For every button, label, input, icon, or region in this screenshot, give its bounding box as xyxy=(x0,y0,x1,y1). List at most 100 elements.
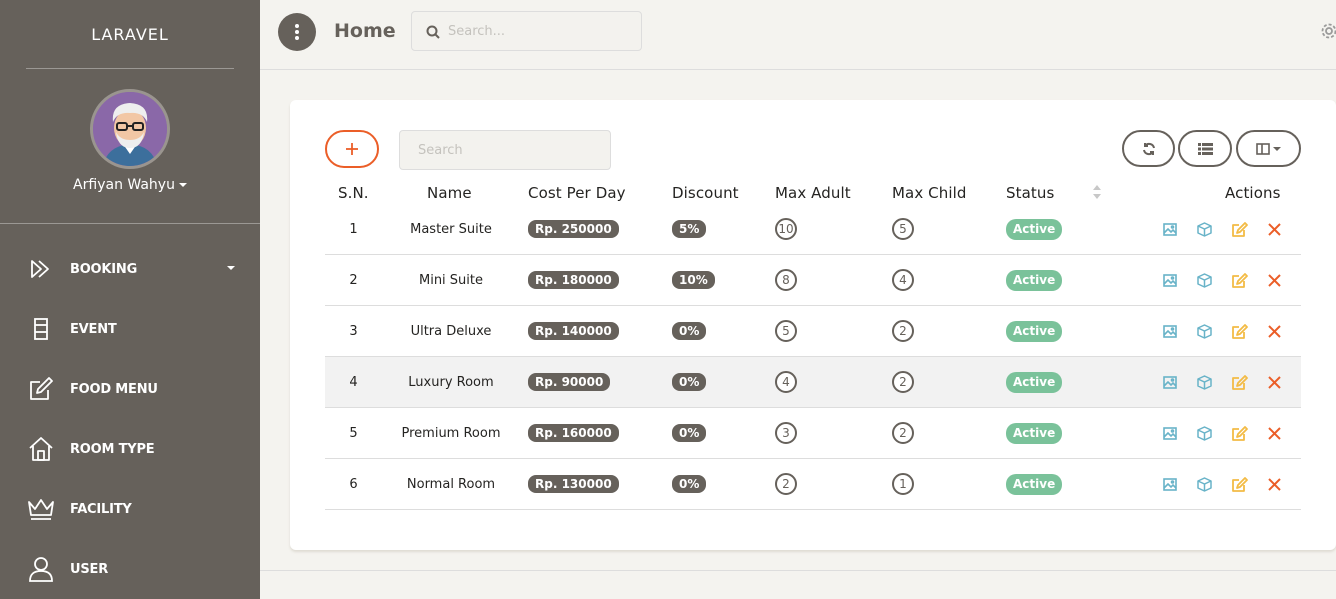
cube-icon[interactable] xyxy=(1187,321,1222,341)
column-header-cost-per-day[interactable]: Cost Per Day xyxy=(528,184,626,202)
divider xyxy=(0,223,260,224)
table-search-input[interactable] xyxy=(399,130,611,170)
cube-icon[interactable] xyxy=(1187,474,1222,494)
column-header-max-child[interactable]: Max Child xyxy=(892,184,967,202)
image-icon[interactable] xyxy=(1152,423,1187,443)
list-icon xyxy=(1197,142,1213,155)
user-menu-toggle[interactable]: Arfiyan Wahyu xyxy=(0,177,260,193)
column-header-max-adult[interactable]: Max Adult xyxy=(775,184,851,202)
image-icon[interactable] xyxy=(1152,321,1187,341)
table-row[interactable]: 3 Ultra Deluxe Rp. 140000 0% 5 2 Active xyxy=(325,306,1301,357)
image-icon[interactable] xyxy=(1152,270,1187,290)
cell-status: Active xyxy=(1006,459,1063,509)
search-icon xyxy=(426,24,440,43)
more-vertical-icon xyxy=(295,24,299,40)
status-badge: Active xyxy=(1006,320,1063,342)
delete-icon[interactable] xyxy=(1257,474,1292,494)
cube-icon[interactable] xyxy=(1187,372,1222,392)
chevron-down-icon xyxy=(1273,146,1281,151)
add-button[interactable] xyxy=(325,130,379,168)
cell-name: Mini Suite xyxy=(418,272,483,288)
image-icon[interactable] xyxy=(1152,474,1187,494)
table-row[interactable]: 5 Premium Room Rp. 160000 0% 3 2 Active xyxy=(325,408,1301,459)
max-child-badge: 1 xyxy=(892,473,914,495)
cell-status: Active xyxy=(1006,255,1063,305)
chevron-down-icon xyxy=(227,266,235,270)
cube-icon[interactable] xyxy=(1187,219,1222,239)
topbar: Home xyxy=(260,0,1336,70)
cube-icon[interactable] xyxy=(1187,423,1222,443)
edit-icon[interactable] xyxy=(1222,270,1257,290)
refresh-button[interactable] xyxy=(1122,130,1175,167)
cell-sn: 4 xyxy=(349,374,358,390)
brand-logo-text[interactable]: LARAVEL xyxy=(0,0,260,69)
cell-discount: 0% xyxy=(672,306,707,356)
delete-icon[interactable] xyxy=(1257,423,1292,443)
cell-max-child: 4 xyxy=(892,255,914,305)
cell-name: Ultra Deluxe xyxy=(410,323,492,339)
table-row[interactable]: 6 Normal Room Rp. 130000 0% 2 1 Active xyxy=(325,459,1301,510)
delete-icon[interactable] xyxy=(1257,270,1292,290)
column-header-name[interactable]: Name xyxy=(427,184,472,202)
sidebar-toggle-button[interactable] xyxy=(278,13,316,51)
booking-icon xyxy=(26,254,56,284)
cell-max-adult: 5 xyxy=(775,306,797,356)
columns-dropdown-button[interactable] xyxy=(1236,130,1301,167)
cell-cost: Rp. 160000 xyxy=(528,408,619,458)
room-type-card: S.N. Name Cost Per Day Discount Max Adul… xyxy=(290,100,1336,550)
plus-icon xyxy=(346,143,358,155)
cell-cost: Rp. 180000 xyxy=(528,255,619,305)
column-header-sn[interactable]: S.N. xyxy=(338,184,369,202)
page-title: Home xyxy=(334,20,396,42)
sidebar-item-label: EVENT xyxy=(70,321,117,337)
cell-name: Master Suite xyxy=(410,221,492,237)
edit-icon[interactable] xyxy=(1222,219,1257,239)
sidebar-item-facility[interactable]: FACILITY xyxy=(0,479,260,539)
toggle-view-button[interactable] xyxy=(1178,130,1232,167)
sidebar-item-event[interactable]: EVENT xyxy=(0,299,260,359)
edit-icon[interactable] xyxy=(1222,423,1257,443)
avatar[interactable] xyxy=(90,89,170,169)
edit-icon[interactable] xyxy=(1222,372,1257,392)
edit-icon[interactable] xyxy=(1222,474,1257,494)
max-child-badge: 2 xyxy=(892,320,914,342)
cell-max-child: 1 xyxy=(892,459,914,509)
image-icon[interactable] xyxy=(1152,219,1187,239)
cost-badge: Rp. 90000 xyxy=(528,373,611,391)
max-child-badge: 2 xyxy=(892,371,914,393)
max-adult-badge: 2 xyxy=(775,473,797,495)
cube-icon[interactable] xyxy=(1187,270,1222,290)
table-row[interactable]: 1 Master Suite Rp. 250000 5% 10 5 Active xyxy=(325,204,1301,255)
delete-icon[interactable] xyxy=(1257,219,1292,239)
delete-icon[interactable] xyxy=(1257,372,1292,392)
max-child-badge: 4 xyxy=(892,269,914,291)
sidebar-item-food-menu[interactable]: FOOD MENU xyxy=(0,359,260,419)
cell-discount: 0% xyxy=(672,357,707,407)
column-header-discount[interactable]: Discount xyxy=(672,184,739,202)
cost-badge: Rp. 140000 xyxy=(528,322,619,340)
sidebar-item-user[interactable]: USER xyxy=(0,539,260,599)
edit-icon[interactable] xyxy=(1222,321,1257,341)
top-search-input[interactable] xyxy=(448,12,638,50)
sidebar-item-booking[interactable]: BOOKING xyxy=(0,239,260,299)
gear-icon[interactable] xyxy=(1320,22,1336,44)
image-icon[interactable] xyxy=(1152,372,1187,392)
cell-status: Active xyxy=(1006,204,1063,254)
sidebar-item-room-type[interactable]: ROOM TYPE xyxy=(0,419,260,479)
table-row[interactable]: 4 Luxury Room Rp. 90000 0% 4 2 Active xyxy=(325,357,1301,408)
home-icon xyxy=(26,434,56,464)
cell-max-adult: 3 xyxy=(775,408,797,458)
sort-icon[interactable] xyxy=(1092,183,1102,205)
cell-actions xyxy=(1152,255,1292,305)
cell-cost: Rp. 250000 xyxy=(528,204,619,254)
max-adult-badge: 3 xyxy=(775,422,797,444)
cost-badge: Rp. 250000 xyxy=(528,220,619,238)
table-row[interactable]: 2 Mini Suite Rp. 180000 10% 8 4 Active xyxy=(325,255,1301,306)
cell-discount: 10% xyxy=(672,255,715,305)
delete-icon[interactable] xyxy=(1257,321,1292,341)
cell-discount: 0% xyxy=(672,408,707,458)
chevron-down-icon xyxy=(178,183,187,187)
cell-actions xyxy=(1152,408,1292,458)
divider xyxy=(26,68,234,69)
column-header-status[interactable]: Status xyxy=(1006,184,1054,202)
